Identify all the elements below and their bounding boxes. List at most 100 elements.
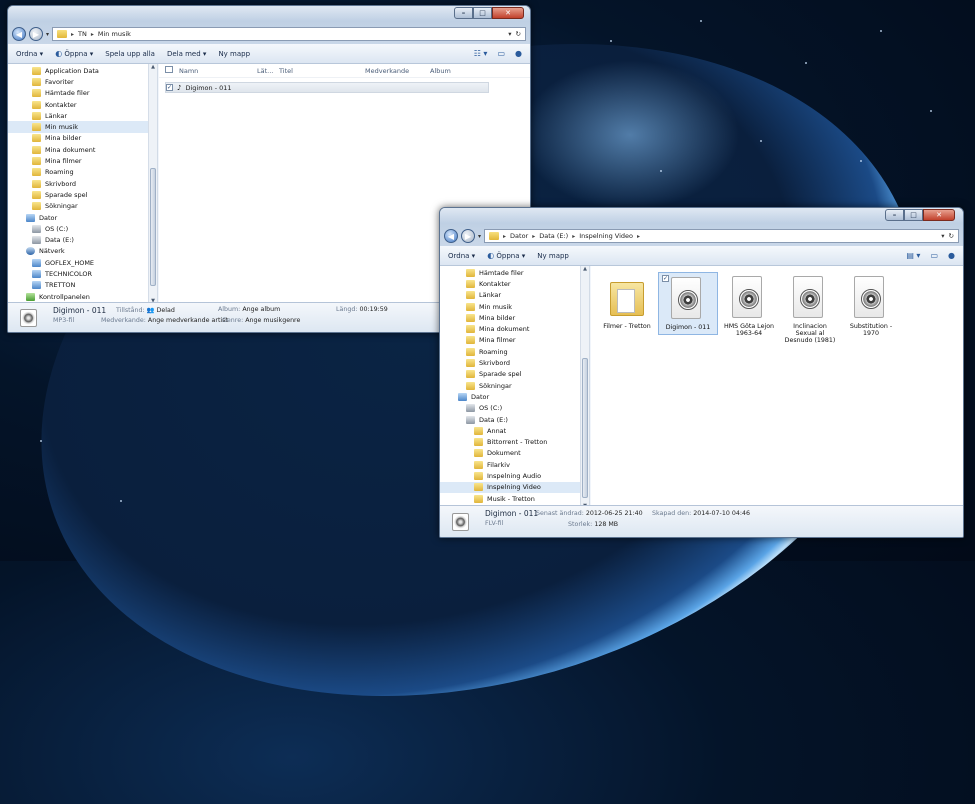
address-bar[interactable]: ▸ Dator ▸ Data (E:) ▸ Inspelning Video ▸… — [484, 229, 959, 243]
sidebar-item[interactable]: Dator — [8, 212, 157, 223]
help-icon[interactable]: ● — [948, 251, 955, 260]
sidebar-item[interactable]: Musik - Tretton — [440, 493, 589, 504]
sidebar-item[interactable]: Roaming — [8, 167, 157, 178]
sidebar-item[interactable]: Sökningar — [440, 380, 589, 391]
scrollbar-thumb[interactable] — [150, 168, 156, 286]
breadcrumb-item[interactable]: Dator — [510, 232, 528, 240]
refresh-icon[interactable]: ↻ — [516, 30, 521, 38]
sidebar-item[interactable]: Filarkiv — [440, 459, 589, 470]
list-item[interactable]: ✓ ♪ Digimon - 011 — [165, 82, 489, 93]
sidebar-item[interactable]: Mina bilder — [8, 133, 157, 144]
recent-pages-dropdown[interactable]: ▾ — [478, 233, 481, 240]
sidebar-item[interactable]: Länkar — [8, 110, 157, 121]
address-bar[interactable]: ▸ TN ▸ Min musik ▾ ↻ — [52, 27, 526, 41]
sidebar-item[interactable]: OS (C:) — [8, 223, 157, 234]
maximize-button[interactable]: □ — [473, 7, 492, 19]
details-genre[interactable]: Genre: Ange musikgenre — [222, 317, 300, 324]
sidebar-item[interactable]: Nätverk — [8, 246, 157, 257]
maximize-button[interactable]: □ — [904, 209, 923, 221]
sidebar-item[interactable]: Roaming — [440, 346, 589, 357]
breadcrumb-item[interactable]: Min musik — [98, 30, 131, 38]
sidebar-item[interactable]: Inspelning Audio — [440, 470, 589, 481]
sidebar-item[interactable]: Kontrollpanelen — [8, 291, 157, 302]
column-header-album[interactable]: Album — [424, 67, 451, 75]
sidebar-item[interactable]: Skrivbord — [8, 178, 157, 189]
sidebar-item[interactable]: Dator — [440, 391, 589, 402]
preview-pane-icon[interactable]: ▭ — [930, 251, 938, 260]
open-button[interactable]: ◐ Öppna ▾ — [487, 251, 525, 260]
preview-pane-icon[interactable]: ▭ — [497, 49, 505, 58]
details-album[interactable]: Album: Ange album — [218, 306, 280, 313]
details-contributing-artist[interactable]: Medverkande: Ange medverkande artist — [101, 317, 228, 324]
sidebar-item[interactable]: Mina dokument — [440, 323, 589, 334]
close-button[interactable]: ✕ — [492, 7, 524, 19]
sidebar-item[interactable]: Data (E:) — [8, 234, 157, 245]
sidebar-item[interactable]: Min musik — [440, 301, 589, 312]
open-button[interactable]: ◐ Öppna ▾ — [55, 49, 93, 58]
sidebar-item[interactable]: Mina bilder — [440, 312, 589, 323]
nav-scrollbar[interactable]: ▲ ▼ — [148, 64, 157, 304]
address-dropdown-icon[interactable]: ▾ — [508, 30, 511, 38]
new-folder-button[interactable]: Ny mapp — [537, 252, 569, 260]
minimize-button[interactable]: – — [885, 209, 904, 221]
sidebar-item[interactable]: Mina dokument — [8, 144, 157, 155]
breadcrumb-item[interactable]: Data (E:) — [539, 232, 568, 240]
nav-scrollbar[interactable]: ▲ ▼ — [580, 266, 589, 509]
column-header-name[interactable]: Namn — [173, 67, 251, 75]
forward-button[interactable]: ▶ — [461, 229, 475, 243]
forward-button[interactable]: ▶ — [29, 27, 43, 41]
organize-button[interactable]: Ordna ▾ — [16, 50, 43, 58]
column-header-title[interactable]: Titel — [273, 67, 359, 75]
minimize-button[interactable]: – — [454, 7, 473, 19]
recent-pages-dropdown[interactable]: ▾ — [46, 31, 49, 38]
scroll-up-icon[interactable]: ▲ — [581, 266, 589, 272]
sidebar-item[interactable]: Hämtade filer — [8, 88, 157, 99]
file-tile[interactable]: Substitution - 1970 — [841, 272, 901, 340]
sidebar-item[interactable]: TECHNICOLOR — [8, 268, 157, 279]
file-tile[interactable]: HMS Göta Lejon 1963-64 — [719, 272, 779, 340]
sidebar-item[interactable]: Favoriter — [8, 76, 157, 87]
sidebar-item[interactable]: Application Data — [8, 65, 157, 76]
sidebar-item[interactable]: Inspelning Video — [440, 481, 589, 493]
sidebar-item[interactable]: Bittorrent - Tretton — [440, 436, 589, 447]
scrollbar-thumb[interactable] — [582, 358, 588, 498]
file-tile[interactable]: Filmer - Tretton — [597, 272, 657, 333]
sidebar-item[interactable]: Skrivbord — [440, 357, 589, 368]
sidebar-item[interactable]: GOFLEX_HOME — [8, 257, 157, 268]
file-tile[interactable]: ✓ Digimon - 011 — [658, 272, 718, 335]
sidebar-item[interactable]: Sparade spel — [8, 189, 157, 200]
column-header-contributing-artists[interactable]: Medverkande — [359, 67, 424, 75]
play-all-button[interactable]: Spela upp alla — [105, 50, 155, 58]
column-header-track[interactable]: Lät... — [251, 67, 273, 75]
scroll-up-icon[interactable]: ▲ — [149, 64, 157, 70]
sidebar-item[interactable]: Mina filmer — [440, 335, 589, 346]
address-dropdown-icon[interactable]: ▾ — [941, 232, 944, 240]
breadcrumb-item[interactable]: TN — [78, 30, 87, 38]
item-checkbox[interactable]: ✓ — [662, 275, 669, 282]
organize-button[interactable]: Ordna ▾ — [448, 252, 475, 260]
breadcrumb-item[interactable]: Inspelning Video — [579, 232, 633, 240]
item-checkbox[interactable]: ✓ — [166, 84, 173, 91]
back-button[interactable]: ◀ — [12, 27, 26, 41]
back-button[interactable]: ◀ — [444, 229, 458, 243]
sidebar-item[interactable]: Sparade spel — [440, 369, 589, 380]
share-with-button[interactable]: Dela med ▾ — [167, 50, 206, 58]
close-button[interactable]: ✕ — [923, 209, 955, 221]
sidebar-item[interactable]: Hämtade filer — [440, 267, 589, 278]
sidebar-item[interactable]: TRETTON — [8, 280, 157, 291]
view-options-icon[interactable]: ☷ ▾ — [474, 49, 488, 58]
sidebar-item[interactable]: Dokument — [440, 448, 589, 459]
sidebar-item[interactable]: Mina filmer — [8, 155, 157, 166]
sidebar-item[interactable]: Min musik — [8, 121, 157, 133]
sidebar-item[interactable]: OS (C:) — [440, 403, 589, 414]
select-all-checkbox[interactable] — [159, 66, 173, 75]
file-tile[interactable]: Inclinacion Sexual al Desnudo (1981) — [780, 272, 840, 347]
refresh-icon[interactable]: ↻ — [949, 232, 954, 240]
sidebar-item[interactable]: Annat — [440, 425, 589, 436]
view-options-icon[interactable]: ▤ ▾ — [906, 251, 920, 260]
new-folder-button[interactable]: Ny mapp — [218, 50, 250, 58]
sidebar-item[interactable]: Kontakter — [440, 278, 589, 289]
sidebar-item[interactable]: Kontakter — [8, 99, 157, 110]
sidebar-item[interactable]: Länkar — [440, 290, 589, 301]
sidebar-item[interactable]: Sökningar — [8, 201, 157, 212]
